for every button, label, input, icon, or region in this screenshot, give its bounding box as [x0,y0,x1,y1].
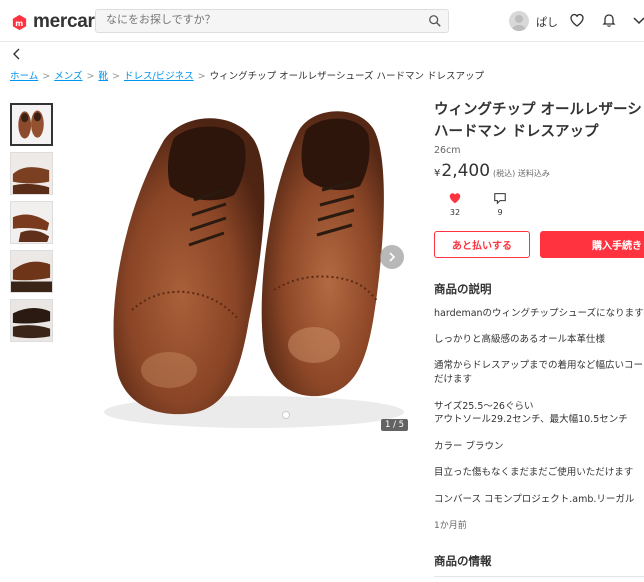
description-line: アウトソール29.2センチ、最大幅10.5センチ [434,414,628,425]
product-title: ウィングチップ オールレザーシ ハードマン ドレスアップ [434,99,644,143]
shoes-photo [74,100,408,440]
description-heading: 商品の説明 [434,282,492,296]
search-input[interactable] [106,14,406,26]
info-heading: 商品の情報 [434,554,492,568]
next-image-button[interactable] [380,245,404,269]
thumbnail-5[interactable] [10,299,53,342]
price-value: 2,400 [441,161,491,181]
avatar-icon [512,15,526,31]
product-price: ¥ 2,400 (税込) 送料込み [434,161,550,181]
pay-later-button[interactable]: あと払いする [434,231,530,258]
mercari-logo[interactable]: m mercari [10,11,100,33]
product-size: 26cm [434,145,461,156]
chevron-down-icon[interactable] [631,12,644,28]
thumbnail-2[interactable] [10,152,53,195]
breadcrumb-shoes[interactable]: 靴 [98,71,108,82]
posted-time: 1か月前 [434,521,467,531]
like-button[interactable]: 32 [440,191,470,217]
description-line: サイズ25.5〜26ぐらい [434,401,534,412]
user-name[interactable]: ぱし [536,14,558,30]
description-line: だけます [434,374,473,385]
carousel-dot[interactable] [282,411,290,419]
breadcrumb-home[interactable]: ホーム [10,71,38,82]
comment-icon [494,193,506,205]
breadcrumb-current: ウィングチップ オールレザーシューズ ハードマン ドレスアップ [209,71,485,82]
price-currency: ¥ [434,168,441,179]
image-counter: 1 / 5 [381,419,409,431]
description-line: しっかりと高級感のあるオール本革仕様 [434,334,606,345]
breadcrumb: ホーム > メンズ > 靴 > ドレス/ビジネス > ウィングチップ オールレザーシューズ ハー… [10,71,485,82]
product-title-line2: ハードマン ドレスアップ [434,124,599,140]
logo-text: mercari [33,11,100,32]
bell-icon[interactable] [601,12,617,28]
thumbnail-4[interactable] [10,250,53,293]
chevron-right-icon [389,252,396,262]
description-line: カラー ブラウン [434,441,504,452]
price-tax-note: (税込) 送料込み [493,169,550,178]
description-line: hardemanのウィングチップシューズになります [434,308,644,319]
thumbnail-list [10,103,54,348]
product-title-line1: ウィングチップ オールレザーシ [434,102,642,118]
heart-icon[interactable] [569,12,585,28]
thumbnail-3[interactable] [10,201,53,244]
thumbnail-1[interactable] [10,103,53,146]
description-line: 通常からドレスアップまでの着用など幅広いコー [434,360,644,371]
svg-text:m: m [15,18,23,27]
search-icon[interactable] [428,14,442,28]
info-divider [434,576,644,577]
back-arrow-icon[interactable] [10,47,24,61]
avatar[interactable] [509,11,529,31]
buy-button[interactable]: 購入手続き [540,231,644,258]
description-line: 目立った傷もなくまだまだご使用いただけます [434,467,634,478]
comment-count: 9 [497,208,503,217]
header: m mercari ぱし [0,0,644,42]
description-line: コンバース コモンプロジェクト.amb.リーガル [434,494,635,505]
product-main-image[interactable] [74,100,408,440]
like-count: 32 [449,208,461,217]
comment-button[interactable]: 9 [485,191,515,217]
search-box[interactable] [95,9,449,33]
breadcrumb-dress-business[interactable]: ドレス/ビジネス [124,71,194,82]
heart-filled-icon [449,193,461,204]
breadcrumb-mens[interactable]: メンズ [54,71,82,82]
mercari-logo-icon: m [12,14,27,30]
